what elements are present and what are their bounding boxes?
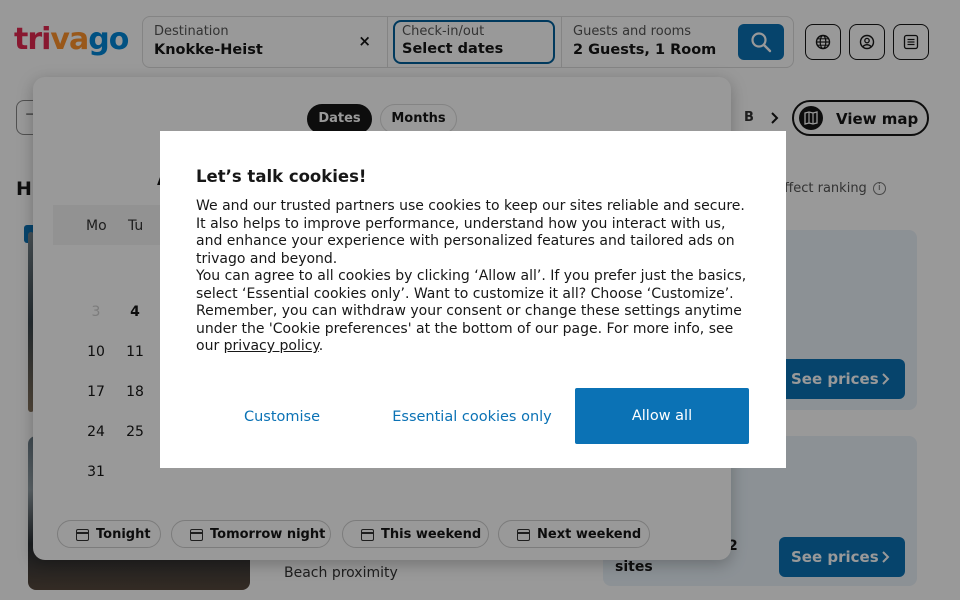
cookie-consent-dialog: Let’s talk cookies! We and our trusted p… (160, 131, 786, 468)
allow-all-button[interactable]: Allow all (575, 388, 749, 444)
cookie-dialog-title: Let’s talk cookies! (196, 167, 367, 186)
cookie-paragraph-1: We and our trusted partners use cookies … (196, 198, 745, 267)
cookie-dialog-body: We and our trusted partners use cookies … (196, 198, 756, 356)
essential-cookies-only-button[interactable]: Essential cookies only (386, 389, 558, 445)
cookie-paragraph-2-end: . (318, 338, 324, 354)
cookie-paragraph-2: You can agree to all cookies by clicking… (196, 268, 756, 356)
privacy-policy-link[interactable]: privacy policy (224, 338, 319, 354)
customise-button[interactable]: Customise (196, 389, 368, 445)
